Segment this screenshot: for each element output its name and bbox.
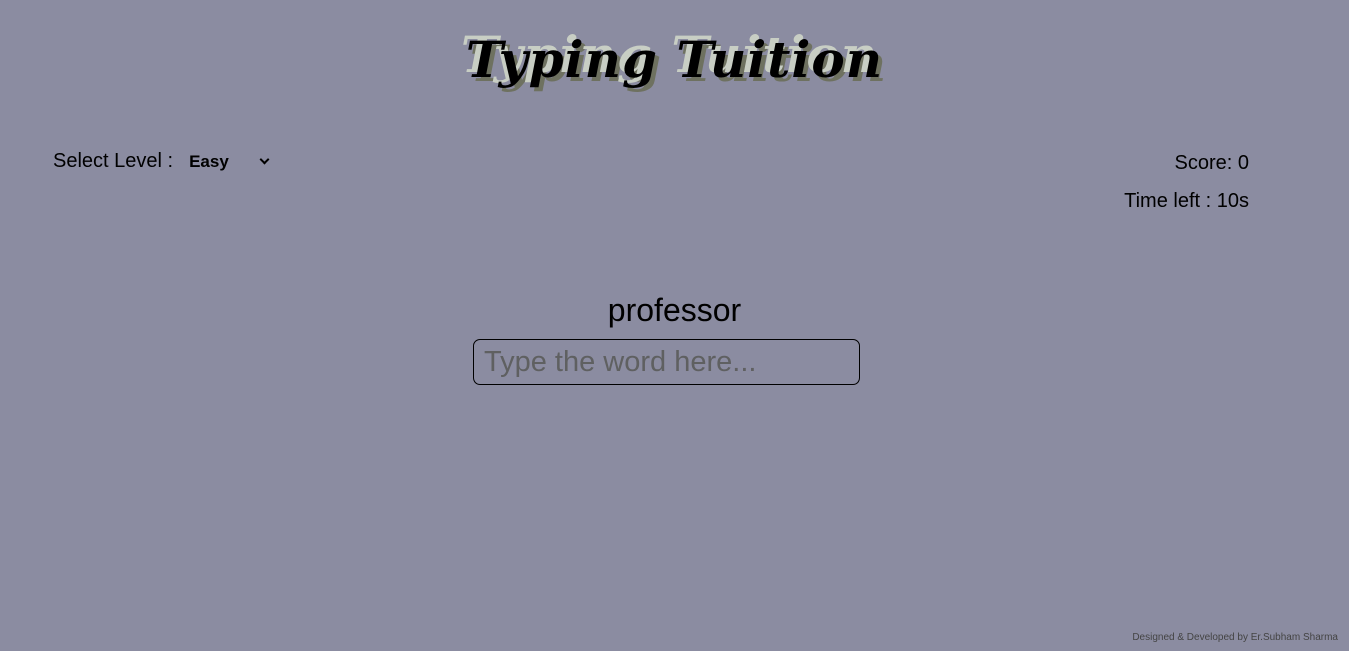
level-selector-row: Select Level : Easy [53, 150, 272, 173]
chevron-down-icon [259, 154, 270, 165]
page-title: Typing Tuition [465, 30, 884, 89]
level-label: Select Level : [53, 150, 174, 172]
current-word: professor [607, 292, 742, 328]
score-display: Score: 0 [1174, 152, 1249, 174]
time-left-display: Time left : 10s [1124, 190, 1249, 212]
level-select-value: Easy [189, 151, 229, 171]
level-select[interactable]: Easy [185, 152, 272, 172]
word-input[interactable] [473, 339, 860, 385]
footer-credit: Designed & Developed by Er.Subham Sharma [1132, 632, 1338, 643]
